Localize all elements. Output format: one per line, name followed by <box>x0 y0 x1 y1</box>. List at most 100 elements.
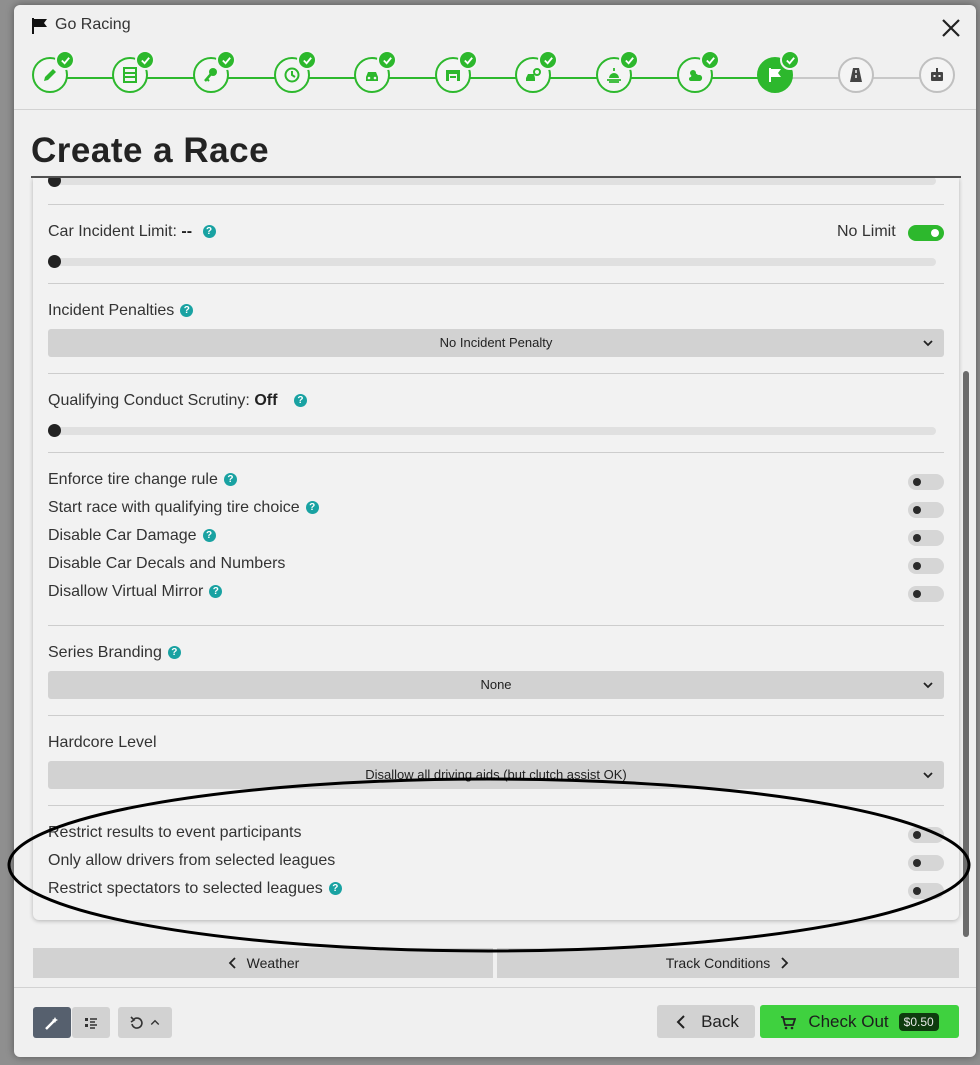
league-toggle-row: Only allow drivers from selected leagues <box>48 852 335 870</box>
magic-view-button[interactable] <box>33 1007 71 1038</box>
step-race-settings[interactable] <box>757 50 800 93</box>
help-icon[interactable]: ? <box>167 646 181 659</box>
qualifying-scrutiny-thumb[interactable] <box>48 424 61 437</box>
cart-icon <box>781 1015 797 1029</box>
check-icon <box>780 50 800 70</box>
step-ai[interactable] <box>919 57 955 93</box>
disallow-virtual-mirror-toggle[interactable] <box>908 586 944 602</box>
step-sunrise[interactable] <box>596 50 639 93</box>
step-list[interactable] <box>112 50 155 93</box>
series-branding-value: None <box>480 677 512 692</box>
scrollbar[interactable] <box>963 371 969 937</box>
undo-icon <box>130 1015 143 1029</box>
chevron-left-icon <box>676 1014 685 1029</box>
toggle-row: Enforce tire change rule? <box>48 471 237 489</box>
help-icon[interactable]: ? <box>305 501 319 514</box>
toggle-row: Start race with qualifying tire choice? <box>48 499 319 517</box>
help-icon[interactable]: ? <box>180 304 194 317</box>
qualifying-scrutiny-slider[interactable] <box>48 424 936 437</box>
help-icon[interactable]: ? <box>293 394 307 407</box>
toggle-label: Enforce tire change rule <box>48 471 218 488</box>
chevron-left-icon <box>228 957 236 969</box>
step-key[interactable] <box>193 50 236 93</box>
step-car-settings[interactable] <box>515 50 558 93</box>
undo-button[interactable] <box>118 1007 172 1038</box>
league-toggle-row: Restrict results to event participants <box>48 824 301 842</box>
footer-divider <box>14 987 976 988</box>
back-button[interactable]: Back <box>657 1005 755 1038</box>
chevron-up-icon <box>150 1019 160 1025</box>
list-icon <box>123 67 137 83</box>
car-incident-limit-slider[interactable] <box>48 255 936 268</box>
restrict-results-toggle[interactable] <box>908 827 944 843</box>
next-label: Track Conditions <box>665 955 771 971</box>
hardcore-level-value: Disallow all driving aids (but clutch as… <box>365 767 627 782</box>
step-garage[interactable] <box>435 50 478 93</box>
check-icon <box>377 50 397 70</box>
only-league-drivers-toggle[interactable] <box>908 855 944 871</box>
toggle-row: Disable Car Decals and Numbers <box>48 555 285 573</box>
toggle-label: Disallow Virtual Mirror <box>48 583 204 600</box>
chevron-down-icon <box>923 340 933 347</box>
no-limit-toggle[interactable] <box>908 225 944 241</box>
car-settings-icon <box>526 68 541 81</box>
step-pencil[interactable] <box>32 50 75 93</box>
disable-decals-toggle[interactable] <box>908 558 944 574</box>
help-icon[interactable]: ? <box>223 473 237 486</box>
restrict-spectators-toggle[interactable] <box>908 883 944 899</box>
divider <box>48 373 944 374</box>
flag-icon <box>32 18 47 34</box>
partial-slider[interactable] <box>48 178 936 187</box>
chevron-down-icon <box>923 772 933 779</box>
car-incident-limit-thumb[interactable] <box>48 255 61 268</box>
incident-penalties-select[interactable]: No Incident Penalty <box>48 329 944 357</box>
help-icon[interactable]: ? <box>209 585 223 598</box>
step-weather[interactable] <box>677 50 720 93</box>
prev-weather-button[interactable]: Weather <box>33 948 493 978</box>
partial-slider-thumb[interactable] <box>48 178 61 187</box>
close-icon[interactable] <box>940 17 962 39</box>
incident-penalties-label: Incident Penalties <box>48 302 175 319</box>
disable-car-damage-toggle[interactable] <box>908 530 944 546</box>
no-limit-label: No Limit <box>837 223 896 240</box>
check-icon <box>458 50 478 70</box>
stepper-progress-line <box>52 77 777 79</box>
checkout-button[interactable]: Check Out $0.50 <box>760 1005 959 1038</box>
step-clock[interactable] <box>274 50 317 93</box>
sunrise-icon <box>607 68 621 83</box>
car-incident-limit-row: Car Incident Limit: -- ? <box>48 223 216 241</box>
garage-icon <box>446 70 460 81</box>
toggle-label: Only allow drivers from selected leagues <box>48 852 336 869</box>
hardcore-level-label: Hardcore Level <box>48 734 157 751</box>
series-branding-select[interactable]: None <box>48 671 944 699</box>
help-icon[interactable]: ? <box>202 225 216 238</box>
divider <box>48 204 944 205</box>
price-badge: $0.50 <box>898 1012 939 1031</box>
help-icon[interactable]: ? <box>328 882 342 895</box>
help-icon[interactable]: ? <box>202 529 216 542</box>
flag-icon <box>769 68 781 82</box>
next-track-conditions-button[interactable]: Track Conditions <box>497 948 959 978</box>
step-car[interactable] <box>354 50 397 93</box>
check-icon <box>135 50 155 70</box>
window-title: Go Racing <box>55 16 131 33</box>
incident-penalties-value: No Incident Penalty <box>439 335 553 350</box>
car-incident-limit-label: Car Incident Limit: <box>48 223 177 240</box>
settings-panel: Car Incident Limit: -- ? No Limit Incide… <box>33 178 959 920</box>
qualifying-scrutiny-value: Off <box>254 392 278 409</box>
hardcore-level-select[interactable]: Disallow all driving aids (but clutch as… <box>48 761 944 789</box>
wand-icon <box>45 1016 58 1030</box>
key-icon <box>204 68 217 82</box>
enforce-tire-change-toggle[interactable] <box>908 474 944 490</box>
road-icon <box>850 68 862 82</box>
check-icon <box>619 50 639 70</box>
list-view-icon <box>85 1017 97 1029</box>
qualifying-scrutiny-label: Qualifying Conduct Scrutiny: <box>48 392 250 409</box>
qualifying-tire-choice-toggle[interactable] <box>908 502 944 518</box>
check-icon <box>538 50 558 70</box>
toggle-label: Start race with qualifying tire choice <box>48 499 300 516</box>
step-track[interactable] <box>838 57 874 93</box>
list-view-button[interactable] <box>72 1007 110 1038</box>
clock-icon <box>284 67 300 83</box>
check-icon <box>297 50 317 70</box>
